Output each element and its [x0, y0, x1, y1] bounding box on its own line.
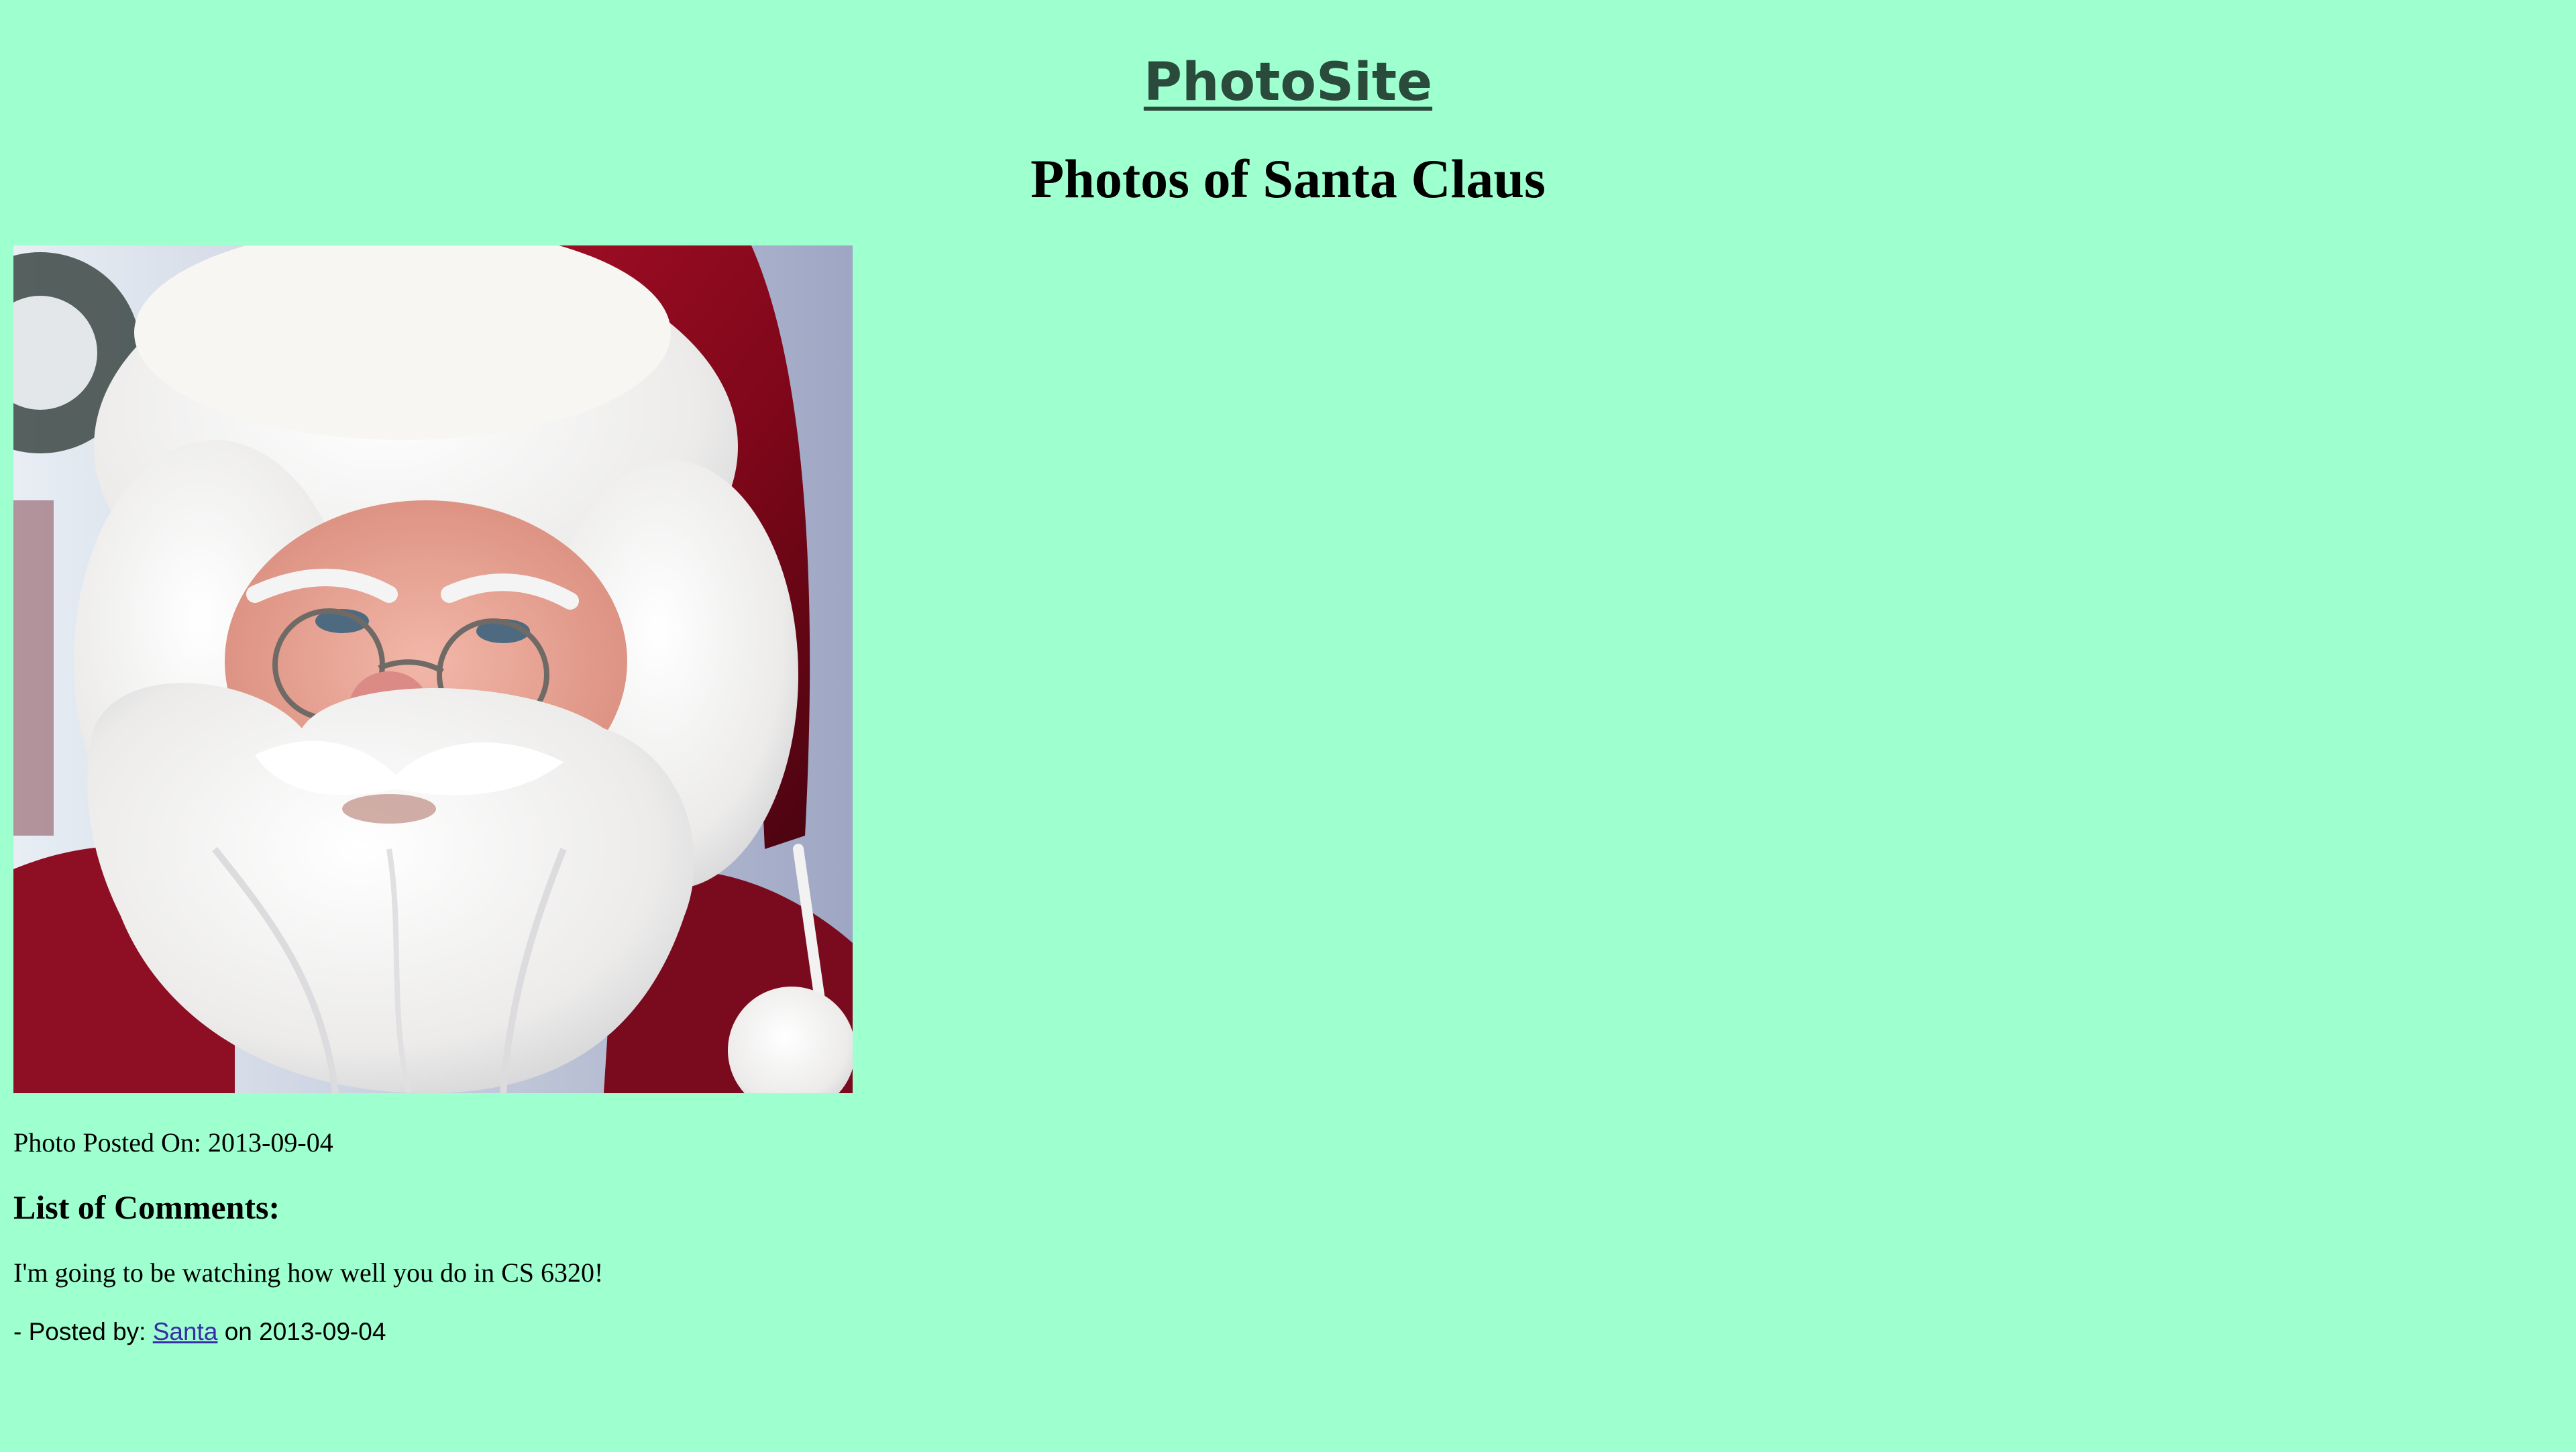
comment-meta: - Posted by: Santa on 2013-09-04	[13, 1313, 386, 1351]
comment-on-word: on	[224, 1318, 252, 1345]
photo-posted-on: Photo Posted On: 2013-09-04	[13, 1124, 333, 1162]
comment-author-link[interactable]: Santa	[153, 1318, 218, 1345]
comments-heading: List of Comments:	[13, 1188, 280, 1226]
posted-by-label: - Posted by:	[13, 1318, 146, 1345]
site-title: PhotoSite	[0, 46, 2576, 119]
page-title: Photos of Santa Claus	[1030, 148, 1546, 209]
comment-date: 2013-09-04	[259, 1318, 386, 1345]
comment-text: I'm going to be watching how well you do…	[13, 1258, 604, 1288]
santa-photo	[13, 245, 853, 1093]
posted-on-date: 2013-09-04	[208, 1127, 333, 1158]
posted-on-label: Photo Posted On:	[13, 1127, 202, 1158]
site-home-link[interactable]: PhotoSite	[1144, 52, 1432, 113]
